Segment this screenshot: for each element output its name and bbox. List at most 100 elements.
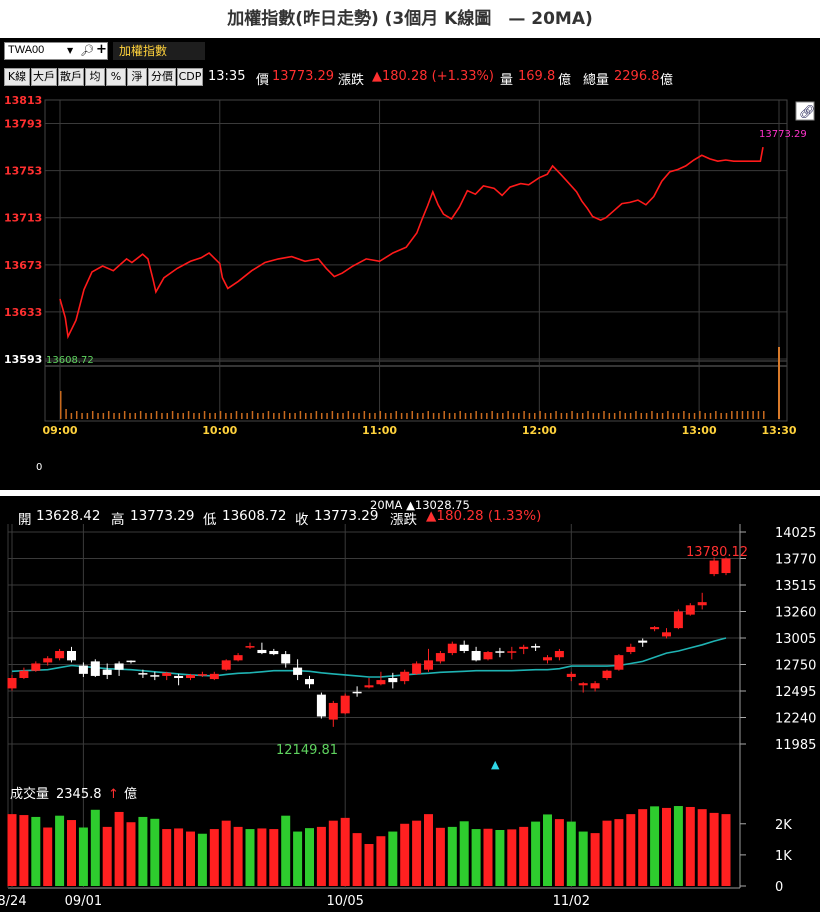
intraday-volume-bar (560, 413, 563, 419)
chevron-down-icon[interactable]: ▼ (67, 46, 73, 55)
price-distribution-button[interactable]: 分價 (148, 68, 176, 86)
intraday-x-tick: 10:00 (202, 424, 237, 437)
intraday-volume-bar (523, 411, 525, 419)
volume-bar (31, 816, 41, 886)
volume-bar (174, 828, 184, 886)
volume-bar (638, 809, 648, 886)
intraday-volume-bar (507, 411, 509, 419)
candle-body (174, 675, 184, 679)
volume-bar (269, 829, 279, 886)
candle-body (519, 646, 529, 649)
intraday-volume-bar (613, 413, 616, 419)
volume-unit: 億 (558, 73, 572, 88)
candle-body (614, 655, 624, 670)
volume-bar (662, 807, 671, 886)
intraday-volume-bar (699, 411, 701, 419)
intraday-volume-bar (219, 411, 222, 419)
intraday-volume-bar (155, 411, 158, 419)
intraday-volume-bar (603, 411, 605, 419)
symbol-name: 加權指數 (113, 42, 205, 60)
volume-bar (590, 833, 600, 886)
volume-bar (186, 831, 195, 886)
intraday-volume-bar (273, 413, 275, 419)
average-button[interactable]: 均 (85, 68, 105, 86)
intraday-volume-bar (512, 413, 515, 419)
intraday-volume-bar (368, 413, 371, 419)
price-label: 價 (256, 73, 270, 88)
volume-bar (412, 820, 422, 886)
kline-x-tick: 8/24 (0, 894, 27, 909)
intraday-price-line (59, 146, 764, 340)
candle-body (305, 679, 314, 685)
intraday-volume-bar (315, 411, 318, 419)
candle-body (638, 640, 648, 643)
intraday-x-tick: 13:30 (761, 424, 796, 437)
intraday-volume-bar (480, 413, 483, 419)
volume-bar (102, 826, 112, 886)
candle-body (197, 674, 207, 676)
intraday-volume-bar (640, 413, 643, 419)
volume-bar (126, 822, 136, 886)
intraday-volume-bar (310, 413, 312, 419)
percent-button[interactable]: % (106, 68, 126, 86)
net-button[interactable]: 淨 (127, 68, 147, 86)
intraday-volume-bar (374, 413, 376, 419)
candle-body (31, 663, 41, 671)
link-icon[interactable]: 🔗︎ (795, 101, 816, 121)
candle-body (78, 665, 88, 674)
intraday-volume-bar (193, 413, 195, 419)
volume-total: 2345.8 (56, 787, 102, 802)
intraday-volume-bar (438, 413, 440, 419)
volume-bar (697, 809, 707, 886)
volume-bar (519, 826, 529, 886)
toolbar: TWA00 ▼ 🔎︎ + 加權指數 (0, 38, 820, 64)
intraday-y-tick: 13793 (4, 118, 42, 131)
candle-body (233, 655, 243, 661)
symbol-select[interactable]: TWA00 ▼ 🔎︎ + (4, 42, 108, 60)
volume-bar (233, 826, 243, 886)
candle-body (590, 683, 600, 689)
intraday-volume-bar (294, 413, 296, 419)
candle-body (721, 558, 731, 574)
intraday-volume-bar (667, 411, 669, 419)
volume-label: 量 (500, 73, 514, 88)
search-icon[interactable]: 🔎︎ (80, 44, 94, 57)
intraday-volume-bar (102, 413, 105, 419)
volume-bar (245, 829, 255, 886)
last-price-label: 13773.29 (759, 129, 807, 140)
kline-y-tick: 13260 (775, 606, 816, 621)
candle-body (150, 675, 160, 677)
quote-row: K線 大戶 散戶 均 % 淨 分價 CDP 13:35 價 13773.29 漲… (0, 66, 820, 88)
volume-bar (305, 828, 314, 886)
big-holder-button[interactable]: 大戶 (31, 68, 57, 86)
intraday-volume-bar (246, 413, 248, 419)
intraday-volume-bar (763, 411, 765, 419)
intraday-volume-bar (150, 413, 153, 419)
volume-bar (43, 827, 53, 886)
candle-body (352, 691, 362, 694)
volume-bar (221, 820, 231, 886)
intraday-volume-bar (576, 413, 579, 419)
volume-bar (328, 820, 338, 886)
kline-y-tick: 13005 (775, 632, 816, 647)
intraday-volume-bar (597, 413, 600, 419)
intraday-volume-bar (720, 413, 722, 419)
candle-body (364, 685, 374, 688)
volume-bar (566, 821, 576, 886)
intraday-volume-bar (581, 413, 584, 419)
intraday-volume-bar (406, 413, 408, 419)
intraday-plot-frame (44, 99, 788, 422)
cdp-button[interactable]: CDP (177, 68, 203, 86)
retail-button[interactable]: 散戶 (58, 68, 84, 86)
volume-y-tick: 1K (775, 849, 792, 864)
volume-bar (626, 814, 636, 886)
volume-zero-label: 0 (36, 462, 42, 473)
volume-bar (138, 816, 148, 886)
volume-bar (257, 828, 267, 886)
add-icon[interactable]: + (96, 42, 107, 57)
volume-y-tick: 0 (775, 880, 783, 895)
intraday-y-tick: 13593 (4, 353, 42, 366)
kline-button[interactable]: K線 (4, 68, 30, 86)
candle-body (340, 695, 350, 714)
intraday-volume-bar (171, 411, 174, 419)
